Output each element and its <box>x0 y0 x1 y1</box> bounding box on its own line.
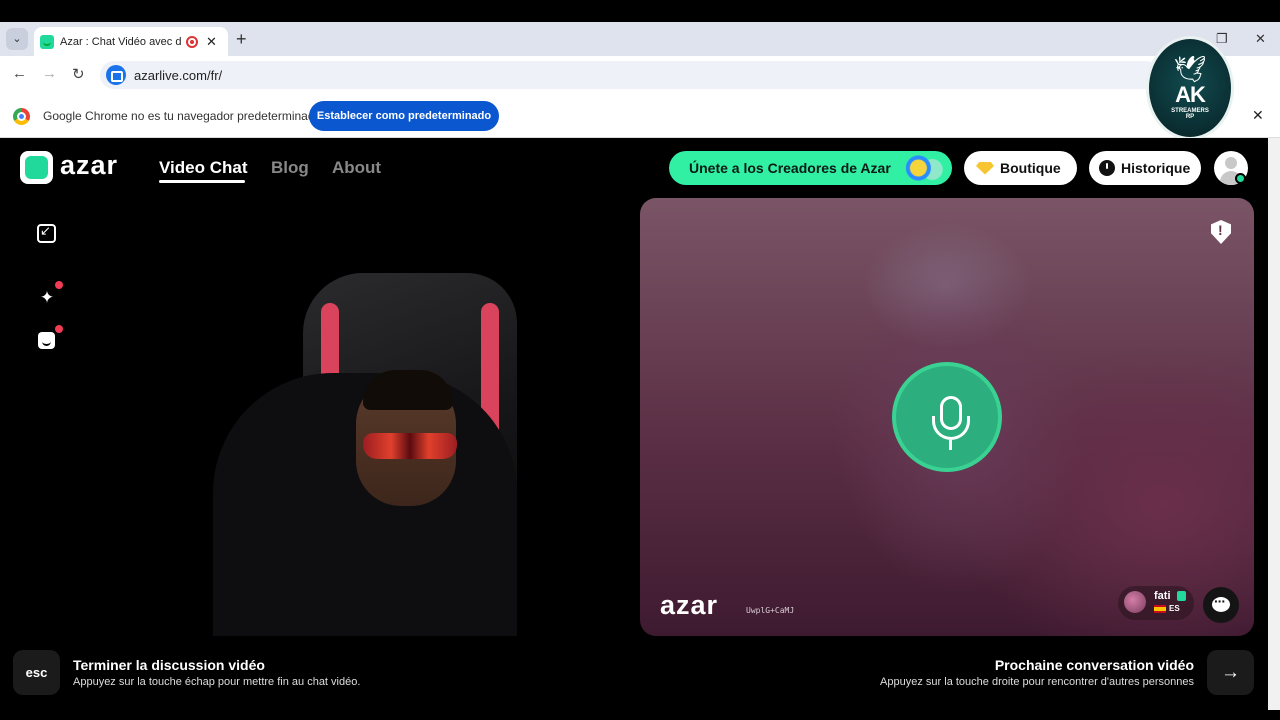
join-creators-button[interactable]: Únete a los Creadores de Azar <box>669 151 952 185</box>
next-chat-title: Prochaine conversation vidéo <box>994 657 1194 673</box>
gem-icon <box>976 161 994 175</box>
browser-tab[interactable]: Azar : Chat Vidéo avec de nouveaux amis … <box>34 27 228 56</box>
historique-label: Historique <box>1121 160 1191 176</box>
default-browser-infobar: Google Chrome no es tu navegador predete… <box>0 94 1280 138</box>
spain-flag-icon <box>1154 605 1166 613</box>
my-camera-panel: ✦ <box>13 198 627 636</box>
nav-about[interactable]: About <box>332 158 381 178</box>
chat-button[interactable] <box>1203 587 1239 623</box>
tab-close-icon[interactable]: ✕ <box>206 34 217 50</box>
browser-tab-strip: ⌄ Azar : Chat Vidéo avec de nouveaux ami… <box>0 22 1280 56</box>
creators-illustration-icon <box>900 153 946 183</box>
boutique-button[interactable]: Boutique <box>964 151 1077 185</box>
end-chat-subtitle: Appuyez sur la touche échap pour mettre … <box>73 676 361 688</box>
back-button[interactable]: ← <box>12 65 27 82</box>
report-shield-icon[interactable] <box>1211 220 1231 244</box>
filters-notification-dot <box>55 325 63 333</box>
screen-top-bar <box>0 0 1280 22</box>
microphone-button[interactable] <box>892 362 1002 472</box>
nav-active-underline <box>159 180 245 183</box>
site-info-icon[interactable] <box>106 65 126 85</box>
badge-subtitle-2: RP <box>1185 114 1195 120</box>
person-sunglasses <box>363 433 457 459</box>
tab-search-button[interactable]: ⌄ <box>6 28 28 50</box>
azar-watermark: azar <box>660 590 719 620</box>
partner-profile-chip[interactable]: fati ES <box>1118 586 1194 620</box>
clock-icon <box>1099 160 1115 176</box>
tab-title: Azar : Chat Vidéo avec de nouveaux amis <box>60 35 182 48</box>
infobar-close-icon[interactable]: ✕ <box>1252 107 1264 124</box>
address-bar[interactable]: azarlive.com/fr/ <box>100 61 1160 89</box>
azar-logo-icon[interactable] <box>20 151 53 184</box>
next-chat-button[interactable]: → <box>1207 650 1254 695</box>
verified-badge-icon <box>1177 591 1186 601</box>
partner-name: fati <box>1154 590 1171 602</box>
boutique-label: Boutique <box>1000 160 1061 176</box>
end-chat-title: Terminer la discussion vidéo <box>73 657 265 673</box>
person-hair <box>363 370 453 410</box>
effects-sparkle-icon[interactable]: ✦ <box>37 288 57 308</box>
end-chat-key-button[interactable]: esc <box>13 650 60 695</box>
nav-video-chat[interactable]: Video Chat <box>159 158 247 178</box>
chat-bubble-icon <box>1212 593 1230 612</box>
window-restore-icon[interactable]: ❐ <box>1216 31 1228 47</box>
filters-face-icon[interactable] <box>38 332 55 349</box>
set-default-button[interactable]: Establecer como predeterminado <box>309 101 499 131</box>
url-text: azarlive.com/fr/ <box>134 67 223 83</box>
partner-video-panel: azar UwplG+CaMJ fati ES <box>640 198 1254 636</box>
forward-button[interactable]: → <box>42 65 57 82</box>
window-close-icon[interactable]: ✕ <box>1255 31 1266 47</box>
watermark-id: UwplG+CaMJ <box>746 606 795 615</box>
azar-favicon-icon <box>40 34 54 49</box>
badge-title: AK <box>1175 82 1206 107</box>
historique-button[interactable]: Historique <box>1089 151 1201 185</box>
online-status-dot <box>1235 173 1246 184</box>
chrome-logo-icon <box>13 108 30 125</box>
azar-logo-text[interactable]: azar <box>60 150 118 181</box>
effects-notification-dot <box>55 281 63 289</box>
azar-page: azar Video Chat Blog About Únete a los C… <box>0 138 1268 710</box>
phoenix-icon: 🕊 <box>1173 54 1207 84</box>
partner-avatar <box>1124 591 1146 613</box>
reload-button[interactable]: ↻ <box>72 65 85 83</box>
minimize-video-icon[interactable] <box>37 223 56 243</box>
join-creators-label: Únete a los Creadores de Azar <box>689 160 891 176</box>
infobar-message: Google Chrome no es tu navegador predete… <box>43 109 322 123</box>
partner-language: ES <box>1169 604 1180 613</box>
next-chat-subtitle: Appuyez sur la touche droite pour rencon… <box>880 676 1194 688</box>
nav-blog[interactable]: Blog <box>271 158 309 178</box>
new-tab-button[interactable]: + <box>236 29 247 50</box>
streamer-overlay-badge: 🕊 AK STREAMERS RP <box>1146 36 1234 140</box>
browser-toolbar: ← → ↻ azarlive.com/fr/ <box>0 56 1280 94</box>
page-scrollbar[interactable] <box>1268 138 1280 710</box>
recording-icon <box>186 35 198 48</box>
